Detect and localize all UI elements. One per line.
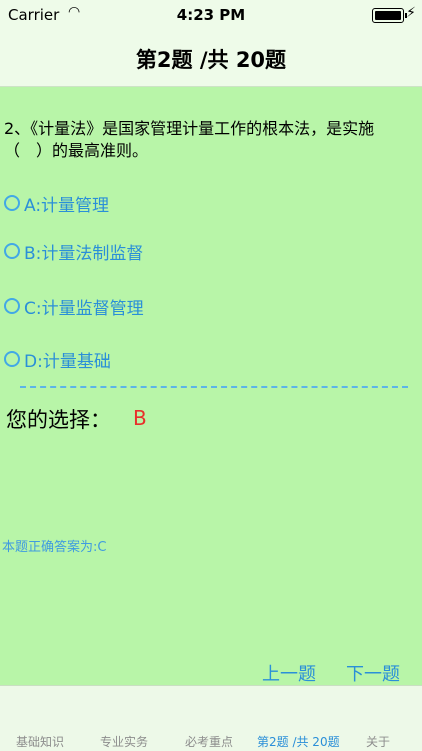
radio-icon bbox=[4, 195, 20, 211]
radio-icon bbox=[4, 351, 20, 367]
your-choice-value: B bbox=[133, 406, 147, 430]
next-question-button[interactable]: 下一题 bbox=[346, 660, 400, 686]
charging-icon: ⚡ bbox=[406, 5, 416, 21]
tab-current-question[interactable]: 第2题 /共 20题 bbox=[257, 733, 340, 750]
tab-key-points[interactable]: 必考重点 bbox=[185, 733, 233, 750]
status-bar: Carrier ◠ 4:23 PM ⚡ bbox=[0, 0, 422, 30]
tab-bar: 基础知识 专业实务 必考重点 第2题 /共 20题 关于 bbox=[0, 685, 422, 751]
status-time: 4:23 PM bbox=[176, 6, 246, 24]
your-choice-label: 您的选择： bbox=[6, 408, 111, 432]
option-label: C:计量监督管理 bbox=[24, 299, 144, 319]
radio-icon bbox=[4, 298, 20, 314]
option-label: D:计量基础 bbox=[24, 352, 111, 372]
previous-question-button[interactable]: 上一题 bbox=[262, 660, 316, 686]
correct-answer-text: 本题正确答案为:C bbox=[2, 540, 107, 555]
radio-icon bbox=[4, 243, 20, 259]
nav-bar: 第2题 /共 20题 bbox=[0, 30, 422, 87]
tab-professional-practice[interactable]: 专业实务 bbox=[100, 733, 148, 750]
tab-about[interactable]: 关于 bbox=[366, 733, 390, 750]
dashed-divider bbox=[20, 386, 408, 388]
page-title: 第2题 /共 20题 bbox=[135, 48, 287, 72]
option-label: A:计量管理 bbox=[24, 196, 110, 216]
battery-icon bbox=[372, 8, 407, 23]
question-text: 2、《计量法》是国家管理计量工作的根本法，是实施（ ）的最高准则。 bbox=[4, 119, 375, 160]
option-label: B:计量法制监督 bbox=[24, 244, 144, 264]
tab-basic-knowledge[interactable]: 基础知识 bbox=[16, 733, 64, 750]
